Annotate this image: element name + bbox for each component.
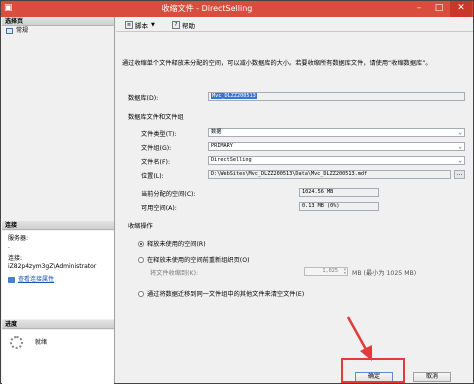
browse-button[interactable]: …	[454, 170, 465, 179]
location-field: D:\WebSites\Mvc_DLZZ200513\Data\Mvc_DLZZ…	[208, 170, 451, 179]
shrink-file-dialog: ▣ 收缩文件 - DirectSelling – □ ✕ 选择页 常规 连接 服…	[0, 0, 474, 384]
empty-file-radio[interactable]: 通过将数据迁移到同一文件组中的其他文件来清空文件(E)	[138, 289, 304, 298]
server-label: 服务器:	[8, 235, 29, 242]
filegroup-value: PRIMARY	[211, 143, 233, 149]
release-unused-radio[interactable]: 释放未使用的空间(R)	[138, 239, 206, 248]
server-value: .	[8, 243, 10, 250]
database-label: 数据库(D):	[128, 95, 159, 102]
reorganize-pages-radio[interactable]: 在释放未使用的空间前重新组织页(O)	[138, 255, 250, 264]
available-space-label: 可用空间(A):	[141, 205, 177, 212]
window-title: 收缩文件 - DirectSelling	[161, 4, 253, 13]
shrink-to-unit: MB (最小为 1025 MB)	[352, 270, 417, 277]
available-space-value: 0.13 MB (0%)	[299, 202, 379, 211]
properties-icon	[8, 277, 15, 283]
radio-unselected-icon	[138, 290, 144, 297]
database-field: Mvc_DLZZ200513	[208, 92, 465, 101]
chevron-down-icon: ⌄	[458, 129, 462, 136]
progress-status: 就绪	[35, 339, 48, 346]
chevron-down-icon: ⌄	[458, 157, 462, 164]
general-page: 通过收缩单个文件释放未分配的空间，可以减小数据库的大小。若要收缩所有数据库文件，…	[116, 33, 473, 333]
annotation-highlight-box	[341, 358, 405, 383]
chevron-down-icon: ▼	[151, 21, 155, 28]
dialog-footer: 确定 取消	[116, 357, 473, 383]
filegroup-label: 文件组(G):	[141, 145, 172, 152]
minimize-button[interactable]: –	[409, 1, 429, 17]
page-icon	[6, 28, 13, 34]
progress-panel: 就绪	[2, 330, 114, 384]
script-icon: ≡	[125, 20, 133, 29]
shrink-to-value: 1,025	[322, 268, 338, 274]
view-connection-properties-label: 查看连接属性	[18, 276, 55, 283]
file-type-label: 文件类型(T):	[141, 131, 177, 138]
right-pane: ≡ 脚本 ▼ ? 帮助 通过收缩单个文件释放未分配的空间，可以减小数据库的大小。…	[116, 17, 473, 383]
location-label: 位置(L):	[141, 173, 164, 180]
page-item-label: 常规	[16, 27, 29, 34]
maximize-button[interactable]: □	[429, 1, 449, 17]
help-icon: ?	[172, 20, 180, 29]
database-value: Mvc_DLZZ200513	[211, 93, 257, 99]
file-type-dropdown[interactable]: 数据 ⌄	[208, 128, 465, 137]
release-unused-label: 释放未使用的空间(R)	[147, 241, 206, 248]
connection-panel: 服务器: . 连接: iZ82p4zym3gZ\Administrator 查看…	[2, 231, 114, 319]
page-item-general[interactable]: 常规	[2, 26, 114, 36]
pages-header: 选择页	[2, 17, 114, 26]
toolbar: ≡ 脚本 ▼ ? 帮助	[116, 17, 473, 32]
progress-header: 进度	[2, 320, 114, 329]
shrink-to-stepper[interactable]: 1,025 ▲ ▼	[304, 267, 348, 276]
connection-label: 连接:	[8, 255, 23, 262]
file-type-value: 数据	[211, 129, 222, 135]
radio-selected-icon	[138, 240, 144, 247]
reorganize-pages-label: 在释放未使用的空间前重新组织页(O)	[147, 257, 250, 264]
progress-spinner-icon	[10, 336, 23, 349]
help-label: 帮助	[182, 21, 195, 30]
filegroup-dropdown[interactable]: PRIMARY ⌄	[208, 142, 465, 151]
help-button[interactable]: ? 帮助	[172, 19, 195, 30]
shrink-action-label: 收缩操作	[128, 223, 153, 230]
view-connection-properties-link[interactable]: 查看连接属性	[8, 276, 108, 284]
title-bar: ▣ 收缩文件 - DirectSelling – □ ✕	[1, 1, 473, 17]
description: 通过收缩单个文件释放未分配的空间，可以减小数据库的大小。若要收缩所有数据库文件，…	[122, 60, 432, 67]
connection-value: iZ82p4zym3gZ\Administrator	[8, 263, 97, 270]
file-group-section-label: 数据库文件和文件组	[128, 114, 184, 121]
shrink-to-checkbox[interactable]: 将文件收缩到(K):	[150, 268, 198, 277]
connection-header: 连接	[2, 221, 114, 230]
stepper-arrows-icon: ▲ ▼	[343, 267, 346, 275]
chevron-down-icon: ⌄	[458, 143, 462, 150]
close-button[interactable]: ✕	[450, 1, 472, 17]
filename-dropdown[interactable]: DirectSelling ⌄	[208, 156, 465, 165]
script-label: 脚本	[135, 21, 148, 30]
allocated-space-value: 1024.56 MB	[299, 188, 379, 197]
empty-file-label: 通过将数据迁移到同一文件组中的其他文件来清空文件(E)	[147, 291, 305, 298]
filename-value: DirectSelling	[211, 157, 252, 163]
filename-label: 文件名(F):	[141, 159, 171, 166]
shrink-to-label: 将文件收缩到(K):	[150, 270, 199, 277]
left-pane: 选择页 常规 连接 服务器: . 连接: iZ82p4zym3gZ\Admini…	[2, 17, 115, 384]
allocated-space-label: 当前分配的空间(C):	[141, 191, 196, 198]
script-button[interactable]: ≡ 脚本 ▼	[125, 19, 155, 30]
radio-unselected-icon	[138, 256, 144, 263]
cancel-button[interactable]: 取消	[413, 372, 451, 382]
